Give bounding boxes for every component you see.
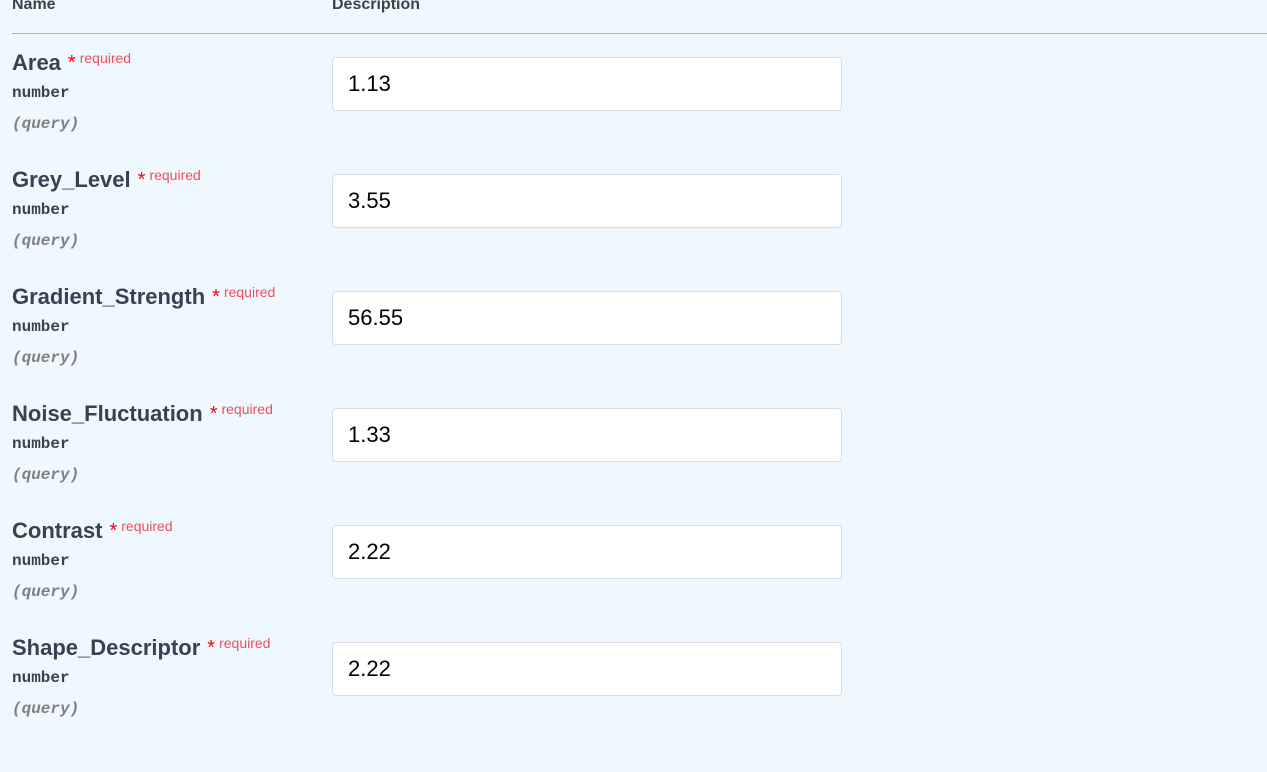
required-asterisk: * (212, 286, 220, 308)
param-location: (query) (12, 115, 80, 133)
required-asterisk: * (109, 520, 118, 542)
parameters-table-header: Name Description (0, 0, 1267, 35)
shape-descriptor-input[interactable] (332, 642, 842, 696)
param-name: Shape_Descriptor * required (12, 635, 271, 663)
param-title: Grey_Level (12, 167, 131, 192)
param-title: Area (12, 50, 61, 75)
param-name: Area * required (12, 50, 132, 78)
param-name: Contrast * required (12, 518, 173, 546)
param-title: Gradient_Strength (12, 284, 206, 309)
name-column-header: Name (12, 0, 56, 13)
gradient-strength-input[interactable] (332, 291, 842, 345)
param-type: number (12, 669, 70, 687)
param-row-grey-level: Grey_Level * required number (query) (0, 167, 1267, 285)
required-label: required (149, 167, 201, 183)
required-asterisk: * (137, 169, 146, 191)
grey-level-input[interactable] (332, 174, 842, 228)
param-location: (query) (12, 349, 80, 367)
param-row-gradient-strength: Gradient_Strength * required number (query… (0, 284, 1267, 402)
required-label: required (221, 401, 273, 417)
required-label: required (79, 50, 132, 66)
required-label: required (219, 635, 271, 651)
required-asterisk: * (67, 52, 76, 74)
param-title: Shape_Descriptor (12, 635, 201, 660)
header-divider (12, 33, 1267, 34)
required-label: required (223, 284, 276, 300)
required-asterisk: * (209, 403, 218, 425)
area-input[interactable] (332, 57, 842, 111)
param-location: (query) (12, 232, 80, 250)
noise-fluctuation-input[interactable] (332, 408, 842, 462)
required-label: required (121, 518, 173, 534)
param-row-shape-descriptor: Shape_Descriptor * required number (query) (0, 635, 1267, 753)
param-name: Noise_Fluctuation * required (12, 401, 273, 429)
contrast-input[interactable] (332, 525, 842, 579)
param-type: number (12, 435, 70, 453)
param-type: number (12, 84, 70, 102)
param-title: Noise_Fluctuation (12, 401, 203, 426)
param-type: number (12, 318, 70, 336)
param-name: Grey_Level * required (12, 167, 201, 195)
param-title: Contrast (12, 518, 103, 543)
param-type: number (12, 201, 70, 219)
param-name: Gradient_Strength * required (12, 284, 276, 312)
description-column-header: Description (332, 0, 421, 13)
param-location: (query) (12, 700, 80, 718)
param-row-noise-fluctuation: Noise_Fluctuation * required number (query… (0, 401, 1267, 519)
param-row-contrast: Contrast * required number (query) (0, 518, 1267, 636)
param-type: number (12, 552, 70, 570)
param-row-area: Area * required number (query) (0, 50, 1267, 168)
param-location: (query) (12, 583, 80, 601)
param-location: (query) (12, 466, 80, 484)
required-asterisk: * (207, 637, 216, 659)
